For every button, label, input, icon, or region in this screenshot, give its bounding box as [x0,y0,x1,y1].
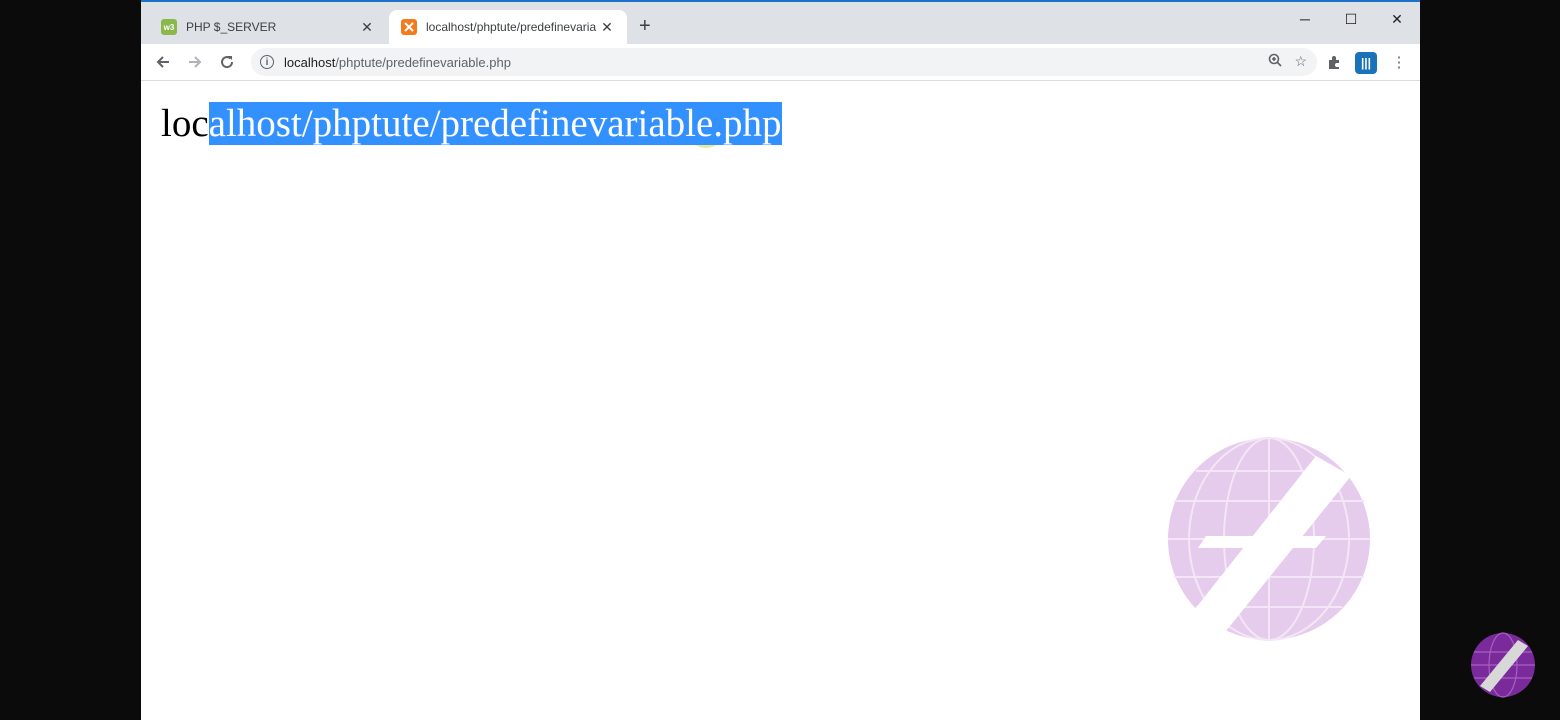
close-tab-icon[interactable]: ✕ [359,19,375,36]
minimize-icon[interactable]: ─ [1282,4,1328,34]
extensions-icon[interactable] [1324,52,1344,72]
tab-title: PHP $_SERVER [186,20,277,34]
profile-extension-icon[interactable]: ||| [1355,52,1377,74]
reload-icon[interactable] [216,51,238,73]
xampp-icon [401,19,417,35]
window-controls: ─ ☐ ✕ [1282,4,1420,34]
back-icon[interactable] [152,51,174,73]
selected-text: alhost/phptute/predefinevariable.php [208,102,782,145]
tab-title: localhost/phptute/predefinevaria [426,20,597,34]
toolbar: i localhost/phptute/predefinevariable.ph… [141,44,1420,81]
zoom-icon[interactable] [1268,53,1283,70]
menu-icon[interactable]: ⋮ [1389,52,1409,72]
watermark-globe-icon [1168,437,1370,641]
close-tab-icon[interactable]: ✕ [599,19,615,36]
star-icon[interactable]: ☆ [1294,53,1307,70]
omnibox-actions: ☆ [1268,53,1307,70]
unselected-text: loc [161,102,209,145]
w3schools-icon: w3 [161,19,177,35]
info-icon[interactable]: i [260,55,274,69]
url-path: /phptute/predefinevariable.php [335,54,511,70]
browser-window: w3 PHP $_SERVER ✕ localhost/phptute/pred… [141,0,1420,720]
new-tab-icon[interactable]: + [639,16,651,36]
tab-php-server[interactable]: w3 PHP $_SERVER ✕ [149,10,387,44]
page-content: localhost/phptute/predefinevariable.php [141,81,1420,720]
close-window-icon[interactable]: ✕ [1374,4,1420,34]
maximize-icon[interactable]: ☐ [1328,4,1374,34]
url-host: localhost [284,54,336,70]
address-bar[interactable]: i localhost/phptute/predefinevariable.ph… [251,48,1317,76]
page-output-text: localhost/phptute/predefinevariable.php [161,101,782,147]
forward-icon[interactable] [184,51,206,73]
tab-localhost[interactable]: localhost/phptute/predefinevaria ✕ [389,10,627,44]
tab-strip: w3 PHP $_SERVER ✕ localhost/phptute/pred… [141,2,1420,44]
corner-logo-icon [1471,632,1535,698]
